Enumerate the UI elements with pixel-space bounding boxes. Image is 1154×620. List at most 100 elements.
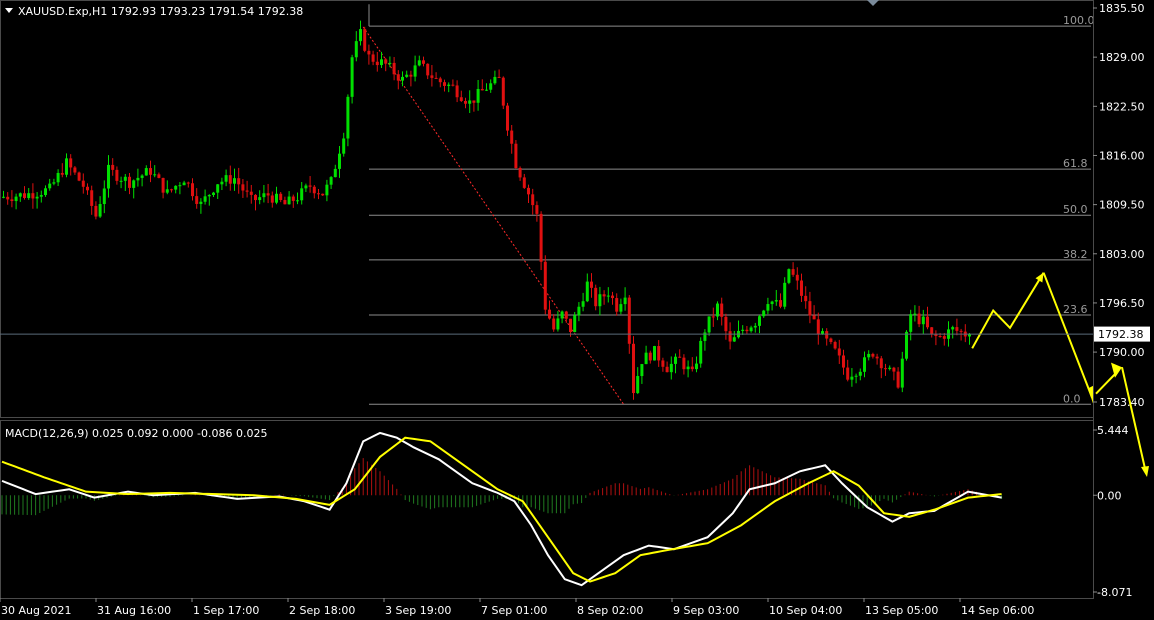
candle-body [199, 201, 203, 204]
candle-body [632, 343, 635, 394]
candle-body [501, 77, 505, 106]
candle-body [170, 189, 173, 191]
candle-body [262, 193, 266, 198]
candle-body [52, 182, 56, 184]
candle-body [56, 172, 60, 183]
candle-body [283, 200, 287, 205]
candle-body [434, 77, 438, 79]
candle-body [81, 180, 85, 187]
candle-body [917, 313, 921, 325]
candle-body [342, 138, 346, 154]
candle-body [590, 281, 593, 288]
candle-body [401, 76, 404, 81]
candle-body [774, 300, 778, 302]
candle-body [493, 76, 497, 84]
macd-tick-label: 0.00 [1097, 489, 1122, 502]
trading-chart[interactable]: 100.0 61.8 50.0 38.2 23.6 0.0 XAUUSD.Exp,H1 1… [0, 0, 1154, 620]
candle-body [695, 363, 698, 370]
candle-body [249, 191, 253, 195]
candle-body [556, 318, 560, 330]
candle-body [913, 313, 917, 315]
candle-body [942, 336, 946, 339]
price-tick-label: 1822.50 [1099, 100, 1145, 113]
candle-body [896, 371, 900, 388]
candle-body [791, 269, 795, 275]
candle-body [577, 306, 581, 316]
candle-body [816, 319, 820, 335]
candle-body [959, 330, 963, 332]
candle-body [867, 353, 871, 358]
candle-body [510, 130, 514, 144]
candle-body [615, 298, 619, 312]
candle-body [581, 301, 585, 307]
candle-body [522, 177, 526, 188]
candle-body [359, 29, 362, 42]
candle-body [783, 282, 787, 307]
candle-body [955, 327, 959, 331]
candle-body [438, 78, 442, 83]
candle-body [354, 41, 358, 58]
candle-body [808, 301, 812, 316]
candle-body [770, 301, 774, 305]
candle-body [275, 193, 278, 203]
candle-body [842, 355, 845, 368]
candle-body [745, 329, 749, 332]
candle-body [489, 83, 493, 90]
time-tick-label: 13 Sep 05:00 [865, 604, 938, 617]
candle-body [451, 84, 455, 86]
candle-body [216, 184, 220, 193]
candle-body [174, 185, 178, 190]
candle-body [455, 85, 459, 98]
candle-body [380, 59, 383, 66]
candle-body [325, 184, 329, 196]
candle-body [665, 366, 669, 373]
candle-body [800, 280, 803, 296]
candle-body [417, 60, 421, 66]
candle-body [787, 269, 791, 283]
candle-body [363, 29, 367, 51]
candle-body [237, 178, 241, 185]
fib-level-label: 38.2 [1063, 248, 1088, 261]
candle-body [136, 177, 140, 181]
candle-body [951, 327, 955, 330]
candle-body [741, 329, 745, 331]
candle-body [686, 366, 690, 370]
candle-body [926, 316, 929, 328]
candle-body [73, 167, 77, 173]
candle-body [39, 195, 43, 197]
candle-body [333, 168, 337, 178]
macd-tick-label: -8.071 [1097, 586, 1132, 599]
price-tick-label: 1803.00 [1099, 248, 1145, 261]
candle-body [31, 193, 35, 199]
candle-body [300, 188, 304, 201]
candle-body [459, 97, 463, 101]
candle-body [430, 75, 434, 78]
candle-body [854, 375, 858, 377]
candle-body [661, 360, 665, 367]
candle-body [690, 366, 694, 370]
candle-body [270, 195, 274, 203]
candle-body [23, 193, 26, 198]
candle-body [14, 196, 18, 202]
candle-body [762, 310, 766, 317]
candle-body [543, 261, 547, 310]
candle-body [472, 100, 476, 103]
candle-body [132, 180, 136, 188]
macd-label: MACD(12,26,9) 0.025 0.092 0.000 -0.086 0… [5, 427, 267, 440]
candle-body [720, 303, 724, 317]
candle-body [119, 180, 123, 182]
candle-body [594, 287, 598, 307]
candle-body [905, 331, 908, 359]
candle-body [69, 158, 73, 168]
candle-body [468, 100, 472, 104]
candle-body [485, 89, 488, 91]
time-tick-label: 31 Aug 16:00 [97, 604, 171, 617]
candle-body [606, 295, 610, 297]
current-price-value: 1792.38 [1098, 328, 1144, 341]
candle-body [35, 196, 39, 199]
candle-body [396, 74, 400, 81]
candle-body [850, 376, 854, 380]
candle-body [228, 175, 232, 184]
candle-body [409, 74, 413, 77]
candle-body [699, 340, 703, 364]
